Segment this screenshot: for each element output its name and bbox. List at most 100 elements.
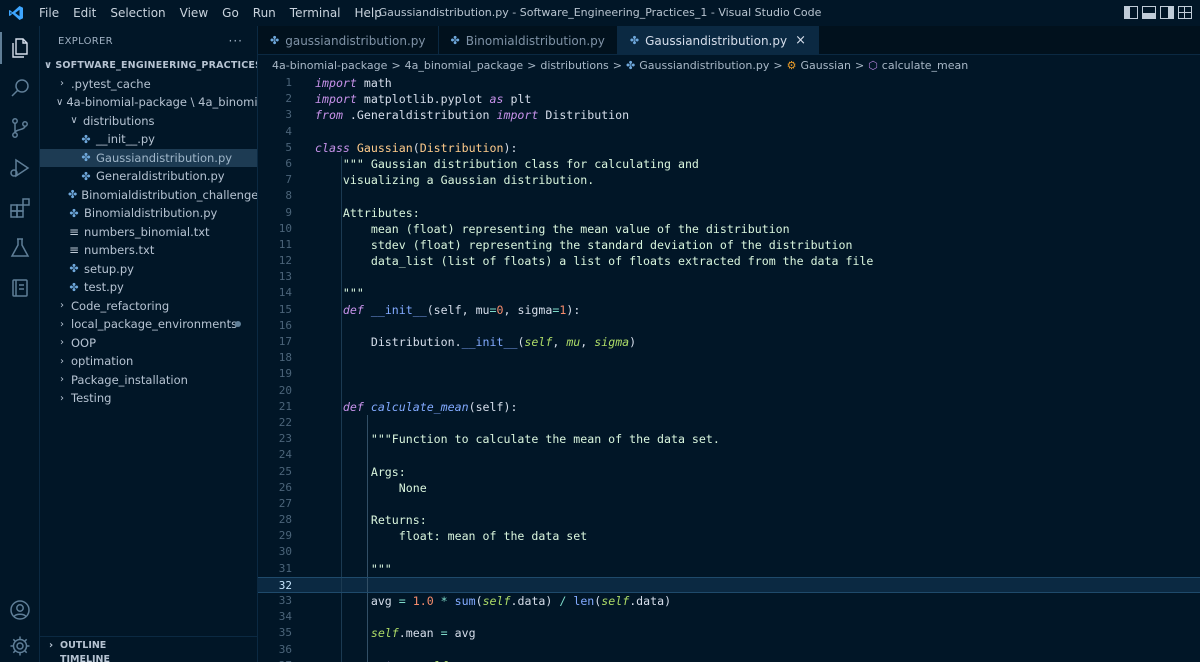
tree-item[interactable]: ≡ numbers.txt (40, 241, 257, 260)
outline-section[interactable]: › OUTLINE (40, 636, 257, 654)
tree-item[interactable]: ✤ Binomialdistribution_challenge.py (40, 186, 257, 205)
chevron-right-icon: › (60, 392, 64, 404)
indent-guide (341, 609, 342, 626)
indent-guide (341, 512, 342, 529)
code-token: Returns: (315, 513, 427, 528)
tree-item[interactable]: ≡ numbers_binomial.txt (40, 223, 257, 242)
line-number: 18 (278, 351, 292, 365)
tree-item[interactable]: › Code_refactoring (40, 297, 257, 316)
menu-help[interactable]: Help (348, 0, 389, 26)
tree-item[interactable]: › OOP (40, 334, 257, 353)
menu-run[interactable]: Run (246, 0, 283, 26)
testing-icon[interactable] (0, 228, 40, 268)
code-token: Attributes: (315, 205, 420, 220)
tree-item[interactable]: › optimation (40, 352, 257, 371)
breadcrumb-item[interactable]: 4a_binomial_package (405, 59, 524, 72)
tree-item[interactable]: ∨ distributions (40, 112, 257, 131)
code-token: self (524, 335, 553, 349)
menu-go[interactable]: Go (215, 0, 246, 26)
tree-item[interactable]: › local_package_environments (40, 315, 257, 334)
tree-item[interactable]: ✤ setup.py (40, 260, 257, 279)
menu-terminal[interactable]: Terminal (283, 0, 348, 26)
code-line: 14 """ (258, 285, 1200, 302)
tree-item[interactable]: › Package_installation (40, 371, 257, 390)
run-debug-icon[interactable] (0, 148, 40, 188)
indent-guide (341, 188, 342, 205)
breadcrumb-item[interactable]: Gaussian (800, 59, 850, 72)
line-number: 1 (285, 76, 292, 89)
tree-item[interactable]: ✤ Binomialdistribution.py (40, 204, 257, 223)
breadcrumb-item[interactable]: 4a-binomial-package (272, 59, 387, 72)
menu-file[interactable]: File (32, 0, 66, 26)
code-token: data_list (list of floats) a list of flo… (315, 254, 874, 269)
indent-guide (341, 220, 342, 237)
code-token: __init__ (370, 302, 427, 317)
indent-guide (341, 495, 342, 513)
indent-guide (341, 350, 342, 367)
code-line: 8 (258, 188, 1200, 205)
menu-view[interactable]: View (173, 0, 215, 26)
line-number: 30 (278, 545, 292, 559)
source-control-icon[interactable] (0, 108, 40, 148)
account-icon[interactable] (0, 590, 40, 630)
line-number: 28 (278, 513, 292, 527)
editor-tab[interactable]: ✤ gaussiandistribution.py (258, 26, 439, 55)
breadcrumb-item[interactable]: distributions (540, 59, 608, 72)
code-line: 20 (258, 382, 1200, 399)
indent-guide-active (367, 593, 368, 610)
code-text: float: mean of the data set (294, 528, 587, 544)
code-editor[interactable]: 1 import math 2 import matplotlib.pyplot as… (258, 75, 1200, 662)
breadcrumb-item[interactable]: calculate_mean (882, 59, 968, 72)
editor-area: ✤ gaussiandistribution.py ✤ Binomialdistrib… (258, 26, 1200, 662)
tree-item[interactable]: ✤ Generaldistribution.py (40, 167, 257, 186)
timeline-section[interactable]: TIMELINE (40, 654, 257, 662)
toggle-panel-icon[interactable] (1142, 6, 1156, 19)
code-token: ): (566, 302, 581, 317)
close-tab-icon[interactable]: × (795, 33, 806, 48)
tree-item-label: numbers.txt (84, 243, 155, 258)
chevron-down-icon: ∨ (44, 59, 53, 71)
menu-selection[interactable]: Selection (103, 0, 172, 26)
workspace-root[interactable]: ∨ SOFTWARE_ENGINEERING_PRACTICES_1 (40, 56, 257, 75)
toggle-secondary-sidebar-icon[interactable] (1160, 6, 1174, 19)
python-file-icon: ✤ (68, 188, 78, 202)
extensions-icon[interactable] (0, 188, 40, 228)
code-line: 36 (258, 641, 1200, 658)
chevron-right-icon: › (60, 318, 64, 330)
menu-edit[interactable]: Edit (66, 0, 103, 26)
tree-item[interactable]: ✤ __init__.py (40, 130, 257, 149)
tree-item[interactable]: › Testing (40, 389, 257, 408)
code-text: return self.mean (294, 658, 483, 662)
breadcrumb-item[interactable]: Gaussiandistribution.py (639, 59, 769, 72)
tree-item-label: Generaldistribution.py (96, 169, 225, 184)
more-actions-icon[interactable]: ··· (229, 34, 243, 48)
editor-tab[interactable]: ✤ Gaussiandistribution.py × (617, 26, 819, 55)
code-text: def calculate_mean(self): (294, 399, 518, 415)
code-text: data_list (list of floats) a list of flo… (294, 253, 874, 269)
notebook-icon[interactable] (0, 268, 40, 308)
toggle-primary-sidebar-icon[interactable] (1124, 6, 1138, 19)
tree-item[interactable]: ✤ Gaussiandistribution.py (40, 148, 257, 167)
code-token: = (489, 302, 497, 317)
code-text: Returns: (294, 512, 427, 528)
code-token: * (440, 594, 448, 608)
tree-item[interactable]: ∨4a-binomial-package \ 4a_binomial_... (40, 93, 257, 112)
code-text: """ (294, 561, 392, 577)
search-icon[interactable] (0, 68, 40, 108)
breadcrumb-separator-icon: > (527, 58, 537, 72)
settings-gear-icon[interactable] (0, 626, 40, 662)
chevron-right-icon: › (60, 337, 64, 349)
code-token: visualizing a Gaussian distribution. (315, 173, 595, 188)
explorer-icon[interactable] (0, 28, 40, 68)
line-number: 35 (278, 626, 292, 640)
code-token: math (356, 76, 392, 90)
editor-tab[interactable]: ✤ Binomialdistribution.py (439, 26, 618, 55)
tree-item[interactable]: ✤ test.py (40, 278, 257, 297)
tree-item[interactable]: › .pytest_cache (40, 75, 257, 94)
customize-layout-icon[interactable] (1178, 6, 1192, 19)
